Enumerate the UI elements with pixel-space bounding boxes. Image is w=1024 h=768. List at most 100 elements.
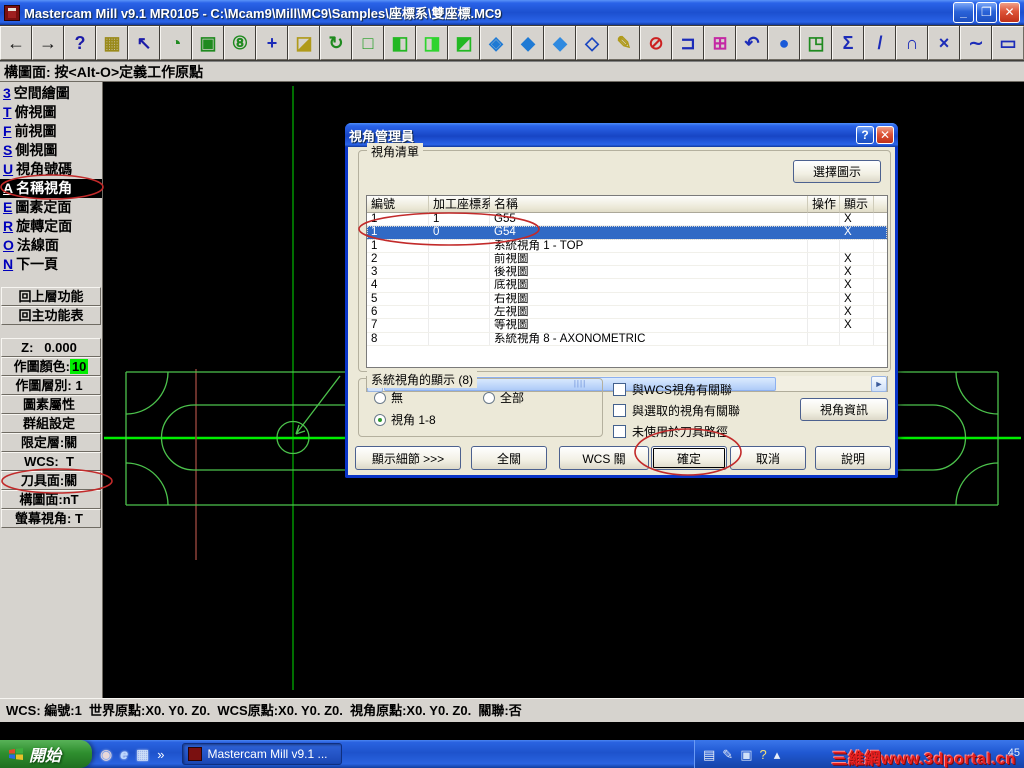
column-header-operation[interactable]: 操作 (808, 196, 840, 213)
cancel-button[interactable]: 取消 (730, 446, 806, 470)
media-player-icon[interactable]: ◉ (100, 746, 112, 763)
pan-icon[interactable]: + (255, 25, 289, 61)
group-settings-button[interactable]: 群組設定 (1, 414, 101, 433)
radio-all[interactable]: 全部 (483, 389, 524, 406)
help-button[interactable]: 說明 (815, 446, 891, 470)
taskbar-task-button[interactable]: Mastercam Mill v9.1 ... (182, 743, 343, 765)
select-icon-button[interactable]: 選擇圖示 (793, 160, 881, 183)
z-depth-button[interactable]: Z: 0.000 (1, 338, 101, 357)
close-button[interactable]: ✕ (999, 2, 1020, 23)
sidebar-item-front-view[interactable]: F 前視圖 (0, 122, 102, 141)
export-solids-icon[interactable]: ◳ (799, 25, 833, 61)
attributes-button[interactable]: 圖素屬性 (1, 395, 101, 414)
rotate-view-icon[interactable]: ↻ (319, 25, 353, 61)
dialog-help-button[interactable]: ? (856, 126, 874, 144)
sidebar-item-normal-plane[interactable]: O 法線面 (0, 236, 102, 255)
sidebar-item-view-number[interactable]: U 視角號碼 (0, 160, 102, 179)
spline-icon[interactable]: ∼ (959, 25, 993, 61)
pen-icon[interactable]: ✎ (722, 748, 733, 761)
zoom-dynamic-icon[interactable]: ◔ (159, 25, 193, 61)
paste-icon[interactable]: ⊞ (703, 25, 737, 61)
wcs-button[interactable]: WCS: T (1, 452, 101, 471)
back-arrow-icon[interactable]: ← (0, 25, 33, 61)
main-menu-button[interactable]: 回主功能表 (1, 306, 101, 325)
tool-plane-button[interactable]: 刀具面:關 (1, 471, 101, 490)
table-row[interactable]: 5 右視圖 X (367, 292, 887, 307)
cplane-cube-2-icon[interactable]: ◆ (543, 25, 577, 61)
gview-top-cube-icon[interactable]: ◧ (383, 25, 417, 61)
level-button[interactable]: 作圖層別: 1 (1, 376, 101, 395)
sidebar-item-rotate-plane[interactable]: R 旋轉定面 (0, 217, 102, 236)
ime-pad-icon[interactable]: ▣ (740, 748, 752, 761)
backup-button[interactable]: 回上層功能 (1, 287, 101, 306)
sidebar-item-top-view[interactable]: T 俯視圖 (0, 103, 102, 122)
cplane-cube-3-icon[interactable]: ◇ (575, 25, 609, 61)
table-row[interactable]: 6 左視圖 X (367, 306, 887, 320)
zoom-scale-icon[interactable]: ⑧ (223, 25, 257, 61)
delete-icon[interactable]: ⊘ (639, 25, 673, 61)
sigma-icon[interactable]: Σ (831, 25, 865, 61)
view-info-button[interactable]: 視角資訊 (800, 398, 888, 421)
forward-arrow-icon[interactable]: → (31, 25, 65, 61)
app-window-icon[interactable]: ▦ (136, 746, 149, 763)
display-details-button[interactable]: 顯示細節 >>> (355, 446, 461, 470)
table-row[interactable]: 1 0 G54 X (367, 226, 887, 240)
dialog-titlebar[interactable]: 視角管理員 ? ✕ (345, 123, 898, 147)
table-row[interactable]: 3 後視圖 X (367, 266, 887, 280)
sidebar-item-side-view[interactable]: S 側視圖 (0, 141, 102, 160)
line-icon[interactable]: / (863, 25, 897, 61)
table-row[interactable]: 7 等視圖 X (367, 319, 887, 333)
quick-launch-overflow[interactable]: » (157, 747, 164, 762)
gview-wireframe-cube-icon[interactable]: □ (351, 25, 385, 61)
help-icon[interactable]: ? (63, 25, 97, 61)
arc-icon[interactable]: ∩ (895, 25, 929, 61)
internet-explorer-icon[interactable]: e (120, 746, 128, 762)
table-row[interactable]: 1 1 G55 X (367, 213, 887, 227)
file-cabinet-icon[interactable]: ▦ (95, 25, 129, 61)
table-row[interactable]: 1 系統視角 1 - TOP (367, 239, 887, 253)
wcs-off-button[interactable]: WCS 關 (559, 446, 649, 470)
restore-button[interactable]: ❐ (976, 2, 997, 23)
zoom-window-icon[interactable]: ▣ (191, 25, 225, 61)
column-header-name[interactable]: 名稱 (490, 196, 808, 213)
gview-iso-cube-icon[interactable]: ◈ (479, 25, 513, 61)
sidebar-item-3d-construction[interactable]: 3 空間繪圖 (0, 84, 102, 103)
sidebar-item-entity-plane[interactable]: E 圖素定面 (0, 198, 102, 217)
pencil-icon[interactable]: ✎ (607, 25, 641, 61)
sidebar-item-named-views[interactable]: A 名稱視角 (0, 179, 102, 198)
curve-icon[interactable]: × (927, 25, 961, 61)
hide-tray-icon[interactable]: ▴ (774, 748, 781, 761)
gview-front-cube-icon[interactable]: ◨ (415, 25, 449, 61)
repaint-icon[interactable]: ◪ (287, 25, 321, 61)
radio-none[interactable]: 無 (374, 389, 403, 406)
table-row[interactable]: 8 系統視角 8 - AXONOMETRIC (367, 332, 887, 346)
checkbox-selected-view-associated[interactable]: 與選取的視角有關聯 (613, 402, 740, 419)
sphere-icon[interactable]: ● (767, 25, 801, 61)
ok-button[interactable]: 確定 (651, 446, 727, 470)
dialog-close-button[interactable]: ✕ (876, 126, 894, 144)
scroll-right-arrow[interactable]: ► (871, 375, 887, 392)
checkbox-not-used-toolpath[interactable]: 未使用於刀具路徑 (613, 423, 728, 440)
column-header-display[interactable]: 顯示 (840, 196, 874, 213)
rectangle-icon[interactable]: ▭ (991, 25, 1024, 61)
table-row[interactable]: 4 底視圖 X (367, 279, 887, 293)
column-header-number[interactable]: 編號 (367, 196, 429, 213)
draw-color-button[interactable]: 作圖顏色: 10 (1, 357, 101, 376)
cursor-help-icon[interactable]: ↖ (127, 25, 161, 61)
construction-plane-button[interactable]: 構圖面:nT (1, 490, 101, 509)
column-header-work-cs[interactable]: 加工座標系 (429, 196, 493, 213)
gview-side-cube-icon[interactable]: ◩ (447, 25, 481, 61)
cplane-cube-1-icon[interactable]: ◆ (511, 25, 545, 61)
keyboard-icon[interactable]: ▤ (703, 748, 715, 761)
minimize-button[interactable]: _ (953, 2, 974, 23)
checkbox-wcs-associated[interactable]: 與WCS視角有關聯 (613, 381, 732, 398)
start-button[interactable]: 開始 (0, 740, 92, 768)
screen-view-button[interactable]: 螢幕視角: T (1, 509, 101, 528)
sidebar-item-next-page[interactable]: N 下一頁 (0, 255, 102, 274)
tray-help-icon[interactable]: ? (760, 748, 767, 761)
all-off-button[interactable]: 全關 (471, 446, 547, 470)
copy-icon[interactable]: ⊐ (671, 25, 705, 61)
table-row[interactable]: 2 前視圖 X (367, 252, 887, 267)
undo-icon[interactable]: ↶ (735, 25, 769, 61)
radio-views-1-8[interactable]: 視角 1-8 (374, 411, 436, 428)
